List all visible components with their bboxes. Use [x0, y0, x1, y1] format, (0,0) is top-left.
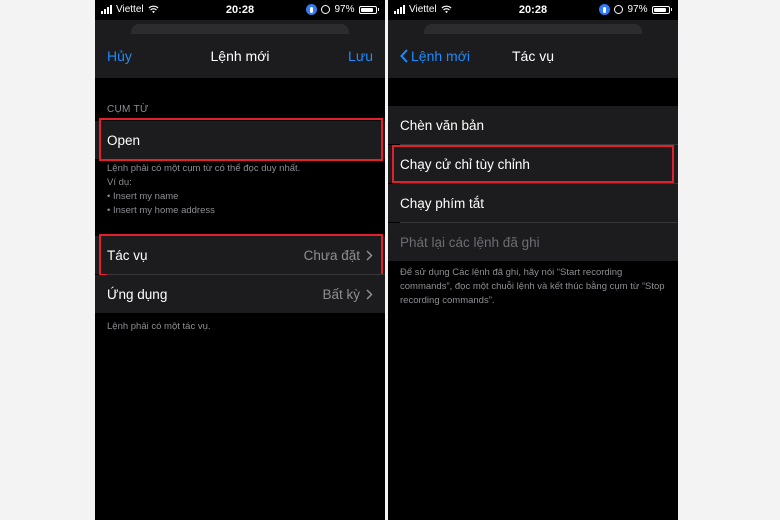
phrase-help-line: Lệnh phải có một cụm từ có thể đọc duy n… — [107, 163, 301, 174]
phrase-highlight-box — [99, 118, 383, 161]
form-content: CỤM TỪ Open Lệnh phải có một cụm từ có t… — [95, 78, 385, 520]
battery-icon — [651, 5, 672, 14]
option-label: Chèn văn bản — [400, 117, 485, 133]
nav-bar: Lệnh mới Tác vụ — [388, 34, 678, 78]
chevron-right-icon — [366, 288, 373, 300]
option-replay-recorded-commands: Phát lại các lệnh đã ghi — [388, 223, 678, 261]
microphone-icon — [306, 4, 318, 15]
app-label: Ứng dụng — [107, 286, 168, 302]
orientation-lock-icon — [321, 5, 331, 14]
status-bar: Viettel 20:28 97% — [388, 0, 678, 20]
option-label: Chạy phím tắt — [400, 195, 485, 211]
phrase-help-line: Ví dụ: — [107, 177, 132, 188]
action-list: Chèn văn bản Chạy cử chỉ tùy chỉnh Chạy … — [388, 78, 678, 520]
option-insert-text[interactable]: Chèn văn bản — [388, 106, 678, 144]
battery-icon — [358, 5, 379, 14]
nav-bar: Hủy Lệnh mới Lưu — [95, 34, 385, 78]
nav-title: Lệnh mới — [210, 48, 270, 64]
action-highlight-box — [99, 234, 383, 276]
phone-screen-action-picker: Viettel 20:28 97% Lệnh mới Tác vụ Chèn v… — [388, 0, 678, 520]
phrase-section-header: CỤM TỪ — [107, 104, 149, 115]
phrase-help-text: Lệnh phải có một cụm từ có thể đọc duy n… — [107, 162, 373, 218]
recorded-commands-footer: Để sử dụng Các lệnh đã ghi, hãy nói “Sta… — [400, 267, 665, 306]
battery-percent: 97% — [334, 4, 355, 15]
phrase-example: • Insert my home address — [107, 205, 215, 216]
microphone-icon — [599, 4, 611, 15]
nav-title: Tác vụ — [511, 48, 554, 64]
phrase-example: • Insert my name — [107, 191, 179, 202]
phone-screen-new-command: Viettel 20:28 97% Hủy Lệnh mới Lưu CỤM T… — [95, 0, 385, 520]
option-label: Phát lại các lệnh đã ghi — [400, 234, 540, 250]
app-value: Bất kỳ — [322, 286, 360, 302]
sheet-background-edge — [131, 24, 349, 34]
custom-gesture-highlight-box — [392, 145, 674, 183]
sheet-background-edge — [424, 24, 642, 34]
orientation-lock-icon — [614, 5, 624, 14]
save-button[interactable]: Lưu — [348, 48, 373, 64]
battery-percent: 97% — [627, 4, 648, 15]
option-run-shortcut[interactable]: Chạy phím tắt — [388, 184, 678, 222]
app-row[interactable]: Ứng dụng Bất kỳ — [95, 275, 385, 313]
action-required-footer: Lệnh phải có một tác vụ. — [107, 321, 211, 332]
status-bar: Viettel 20:28 97% — [95, 0, 385, 20]
